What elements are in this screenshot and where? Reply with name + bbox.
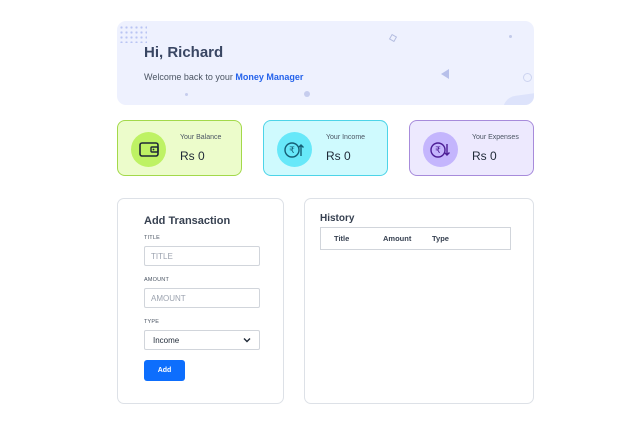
square-decoration [388,33,398,43]
title-field-label: TITLE [144,235,160,241]
add-transaction-panel: Add Transaction TITLE AMOUNT TYPE Income… [117,198,284,404]
triangle-decoration [441,69,449,79]
income-value: Rs 0 [326,149,351,163]
dot-decoration [185,93,188,96]
amount-input[interactable] [144,288,260,308]
rupee-up-icon: ₹ [277,132,312,167]
svg-text:₹: ₹ [289,146,295,156]
balance-label: Your Balance [180,134,222,141]
welcome-text: Welcome back to your Money Manager [144,72,303,82]
income-label: Your Income [326,134,366,141]
amount-field-label: AMOUNT [144,277,170,283]
wallet-icon [131,132,166,167]
balance-value: Rs 0 [180,149,205,163]
dot-decoration [509,35,512,38]
brand-name: Money Manager [235,72,304,82]
income-card: ₹ Your Income Rs 0 [263,120,388,176]
expenses-value: Rs 0 [472,149,497,163]
ring-decoration [523,73,532,82]
svg-text:₹: ₹ [435,146,441,156]
dot-decoration [304,91,310,97]
chevron-down-icon [243,336,251,345]
title-input[interactable] [144,246,260,266]
rupee-down-icon: ₹ [423,132,458,167]
history-table-header: Title Amount Type [320,227,511,250]
type-selected-value: Income [153,335,180,345]
add-transaction-heading: Add Transaction [144,215,231,227]
history-panel: History Title Amount Type [304,198,534,404]
type-field-label: TYPE [144,319,160,325]
column-header-type: Type [432,234,449,243]
greeting-heading: Hi, Richard [144,44,224,61]
type-select[interactable]: Income [144,330,260,350]
welcome-banner: Hi, Richard Welcome back to your Money M… [117,21,534,105]
wave-decoration [501,92,534,105]
add-button[interactable]: Add [144,360,185,381]
expenses-card: ₹ Your Expenses Rs 0 [409,120,534,176]
column-header-amount: Amount [383,234,412,243]
welcome-prefix: Welcome back to your [144,72,233,82]
expenses-label: Your Expenses [472,134,519,141]
dot-pattern-decoration [119,25,147,43]
history-heading: History [320,213,355,224]
balance-card: Your Balance Rs 0 [117,120,242,176]
column-header-title: Title [334,234,350,243]
